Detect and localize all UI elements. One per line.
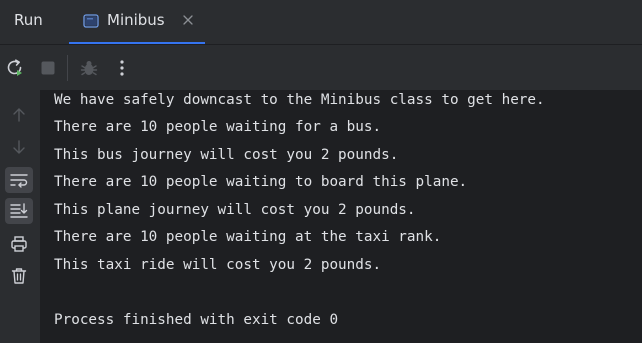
toolbar-separator [67,55,68,81]
soft-wrap-toggle[interactable] [5,167,33,193]
console-line: This bus journey will cost you 2 pounds. [54,147,399,163]
print-icon [11,236,27,252]
arrow-up-icon [13,108,25,122]
bug-icon [80,61,98,76]
tool-window-title: Run [14,11,43,29]
tab-label: Minibus [107,11,165,29]
console-line: This taxi ride will cost you 2 pounds. [54,257,382,273]
console-icon [83,14,99,28]
rerun-icon [7,59,22,76]
tool-window-header: Run Minibus [0,0,642,44]
stop-icon [41,61,55,75]
console-line: We have safely downcast to the Minibus c… [54,92,545,108]
more-options-button[interactable] [111,57,133,79]
console-line: There are 10 people waiting to board thi… [54,174,468,190]
arrow-down-icon [13,140,25,154]
next-occurrence-button[interactable] [5,134,33,160]
more-vertical-icon [120,60,124,76]
stop-button[interactable] [37,57,59,79]
console-line: There are 10 people waiting for a bus. [54,119,382,135]
run-toolbar [0,44,642,90]
process-exit-line: Process finished with exit code 0 [54,312,339,328]
soft-wrap-icon [10,174,28,188]
tab-minibus[interactable]: Minibus [69,0,205,44]
console-side-toolbar [0,90,38,343]
clear-all-button[interactable] [5,263,33,289]
rerun-button[interactable] [4,57,26,79]
scroll-to-end-toggle[interactable] [5,198,33,224]
console-output[interactable]: We have safely downcast to the Minibus c… [40,90,642,343]
console-line: This plane journey will cost you 2 pound… [54,202,416,218]
previous-occurrence-button[interactable] [5,102,33,128]
close-icon[interactable] [181,13,195,27]
trash-icon [11,268,27,284]
console-line: There are 10 people waiting at the taxi … [54,229,442,245]
run-tool-window: Run Minibus We have safely downcast to t… [0,0,642,343]
print-button[interactable] [5,231,33,257]
debug-button[interactable] [78,57,100,79]
scroll-to-end-icon [10,203,28,218]
